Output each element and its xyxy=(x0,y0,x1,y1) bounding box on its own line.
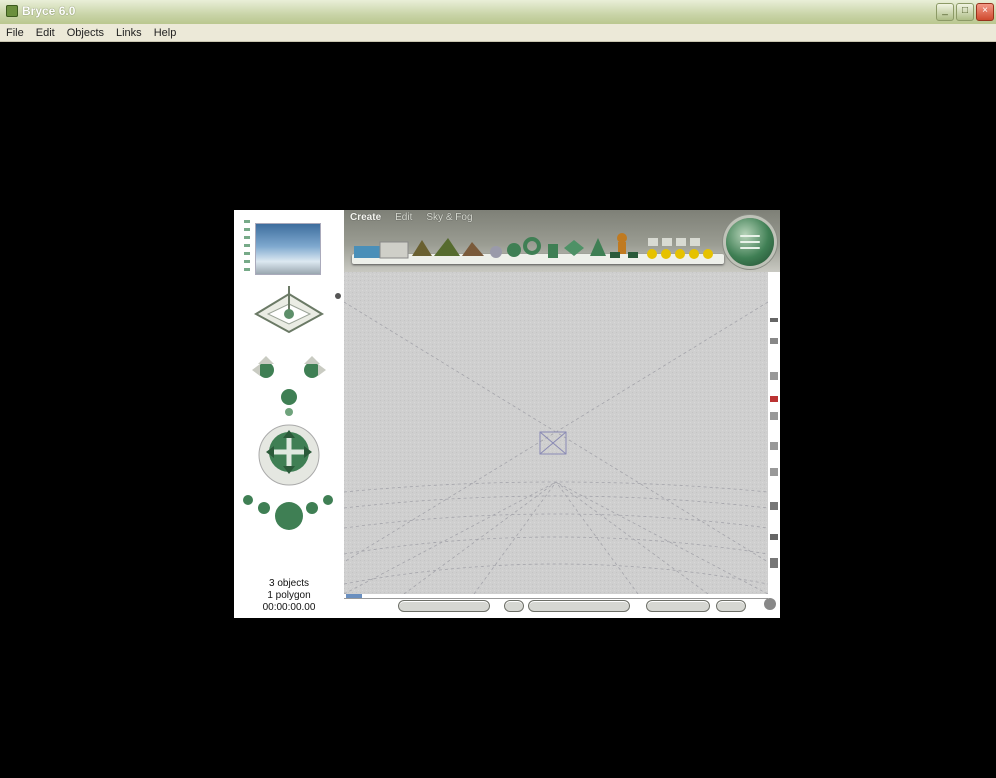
menu-edit[interactable]: Edit xyxy=(36,24,55,41)
terrain-icon[interactable] xyxy=(412,240,432,256)
window-title: Bryce 6.0 xyxy=(22,4,76,18)
timeline-bar xyxy=(344,594,780,618)
maximize-button[interactable]: □ xyxy=(956,3,974,21)
app-icon xyxy=(6,5,18,17)
window-controls: _ □ × xyxy=(936,3,994,21)
animation-controls[interactable] xyxy=(398,600,490,612)
menu-file[interactable]: File xyxy=(6,24,24,41)
time-readout: 00:00:00.00 xyxy=(262,602,316,613)
sky-preview-thumbnail[interactable] xyxy=(256,224,320,274)
keyframe-button[interactable] xyxy=(504,600,524,612)
cone-icon[interactable] xyxy=(590,238,606,256)
zoom-control-icon[interactable] xyxy=(243,495,333,530)
view-tool-icon[interactable] xyxy=(770,372,778,380)
small-dot-icon[interactable] xyxy=(335,293,341,299)
sphere-small-icon[interactable] xyxy=(490,246,502,258)
cylinder-icon[interactable] xyxy=(548,244,558,258)
tree-icon[interactable] xyxy=(434,238,460,256)
minimize-button[interactable]: _ xyxy=(936,3,954,21)
view-preset-ticks[interactable] xyxy=(244,220,250,280)
figure-icon[interactable] xyxy=(617,233,627,243)
water-plane-icon[interactable] xyxy=(354,246,380,258)
polygon-count: 1 polygon xyxy=(267,590,311,601)
palette-tabs: Create Edit Sky & Fog xyxy=(350,212,473,223)
camera-tool-icon[interactable] xyxy=(770,396,778,402)
render-tool-icon[interactable] xyxy=(770,338,778,344)
torus-icon[interactable] xyxy=(523,237,541,255)
lights-icon[interactable] xyxy=(647,238,713,259)
time-scrubber[interactable] xyxy=(528,600,630,612)
viewport-toolbar xyxy=(768,272,780,594)
stone-icon[interactable] xyxy=(462,242,484,256)
3d-viewport[interactable] xyxy=(343,272,769,595)
sphere-icon[interactable] xyxy=(507,243,521,257)
render-options[interactable] xyxy=(716,600,746,612)
display-tool-icon[interactable] xyxy=(770,412,778,420)
tab-sky-fog[interactable]: Sky & Fog xyxy=(426,212,472,223)
cube-icon[interactable] xyxy=(564,240,584,256)
help-icon[interactable] xyxy=(764,598,776,610)
navigation-controls xyxy=(243,286,341,530)
tab-edit[interactable]: Edit xyxy=(395,212,412,223)
main-menu-orb[interactable] xyxy=(726,218,774,266)
memory-dots-icon[interactable] xyxy=(770,502,778,510)
wire-tool-icon[interactable] xyxy=(770,442,778,450)
primitive-shelf xyxy=(352,230,732,266)
settings-tool-icon[interactable] xyxy=(770,534,778,540)
menu-links[interactable]: Links xyxy=(116,24,142,41)
zoom-tool-icon[interactable] xyxy=(770,558,778,568)
tab-create[interactable]: Create xyxy=(350,212,381,223)
scene-status: 3 objects 1 polygon 00:00:00.00 xyxy=(234,578,344,614)
view-control-icon[interactable] xyxy=(253,286,325,334)
edit-tool-icon[interactable] xyxy=(770,318,778,322)
menu-bar: File Edit Objects Links Help xyxy=(0,24,996,42)
title-bar: Bryce 6.0 _ □ × xyxy=(0,0,996,25)
viewport-grid xyxy=(343,272,769,595)
trackball-icon[interactable] xyxy=(258,424,320,486)
create-palette: Create Edit Sky & Fog xyxy=(344,210,780,272)
camera-move-icon[interactable] xyxy=(252,356,326,416)
selection-palette[interactable] xyxy=(646,600,710,612)
menu-objects[interactable]: Objects xyxy=(67,24,104,41)
close-button[interactable]: × xyxy=(976,3,994,21)
bryce-workspace: 3 objects 1 polygon 00:00:00.00 Create E… xyxy=(234,210,780,618)
menu-help[interactable]: Help xyxy=(154,24,177,41)
left-control-panel: 3 objects 1 polygon 00:00:00.00 xyxy=(234,210,344,618)
object-count: 3 objects xyxy=(268,578,310,589)
shade-tool-icon[interactable] xyxy=(770,468,778,476)
infinite-plane-icon[interactable] xyxy=(379,241,409,259)
